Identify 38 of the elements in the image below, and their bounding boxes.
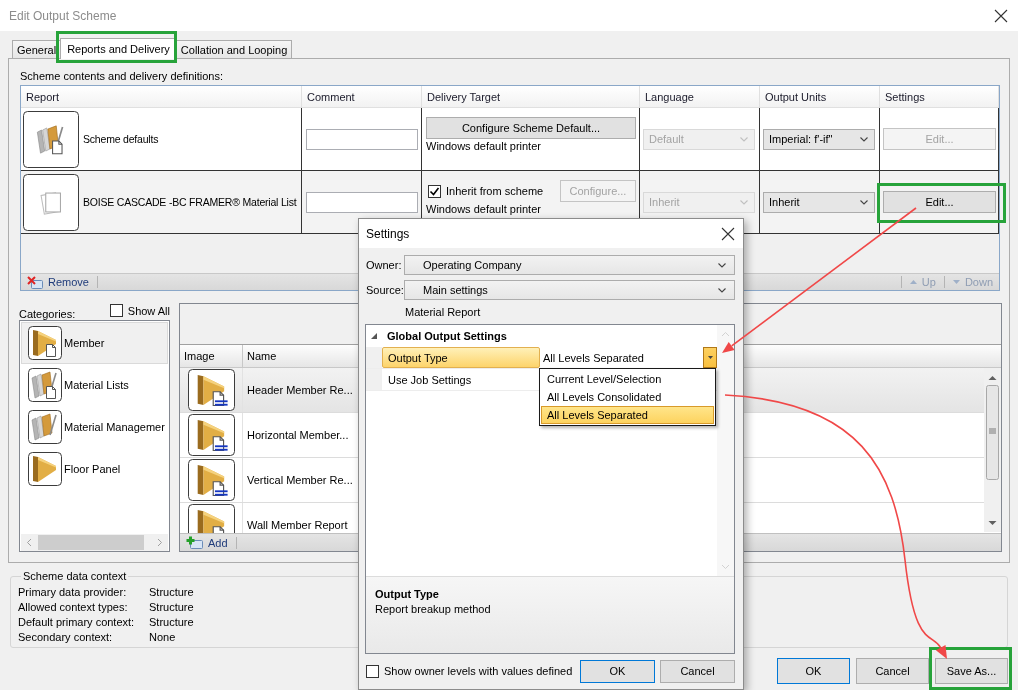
delivery-target: Windows default printer <box>426 140 541 153</box>
report-name: BOISE CASCADE -BC FRAMER® Material List <box>83 196 297 208</box>
group-title: Scheme data context <box>22 570 128 582</box>
column-header: Image <box>184 350 215 362</box>
column-header: Name <box>247 350 277 362</box>
field-label: Default primary context: <box>18 615 135 630</box>
column-header: Comment <box>307 90 355 103</box>
category-label: Global Output Settings <box>387 330 507 342</box>
template-name: Wall Member Report <box>247 519 348 531</box>
field-value: Structure <box>149 585 194 600</box>
window-title: Edit Output Scheme <box>9 8 117 23</box>
property-value: All Levels Separated <box>543 351 644 364</box>
template-name: Vertical Member Re... <box>247 474 353 486</box>
field-label: Allowed context types: <box>18 600 128 615</box>
column-header: Settings <box>885 90 925 103</box>
column-header: Output Units <box>765 90 827 103</box>
description-text: Report breakup method <box>375 602 492 617</box>
field-value: Structure <box>149 600 194 615</box>
column-header: Delivery Target <box>427 90 501 103</box>
field-label: Source: <box>365 284 404 296</box>
template-name: Header Member Re... <box>247 384 353 396</box>
field-label: Primary data provider: <box>18 585 127 600</box>
template-name: Horizontal Member... <box>247 429 349 441</box>
field-value: Structure <box>149 615 194 630</box>
delivery-target: Windows default printer <box>426 203 541 216</box>
report-name: Scheme defaults <box>83 133 159 145</box>
section-label: Scheme contents and delivery definitions: <box>20 69 223 83</box>
field-value: None <box>149 630 176 645</box>
list-label: Categories: <box>19 308 76 320</box>
section-label: Material Report <box>405 305 481 319</box>
description-title: Output Type <box>375 587 440 602</box>
field-label: Secondary context: <box>18 630 113 645</box>
column-header: Language <box>645 90 694 103</box>
checkbox-label: Show All <box>127 304 170 317</box>
column-header: Report <box>26 90 60 103</box>
checkbox-label: Inherit from scheme <box>446 185 544 197</box>
checkbox-label: Show owner levels with values defined <box>384 665 573 677</box>
field-label: Owner: <box>365 259 403 271</box>
